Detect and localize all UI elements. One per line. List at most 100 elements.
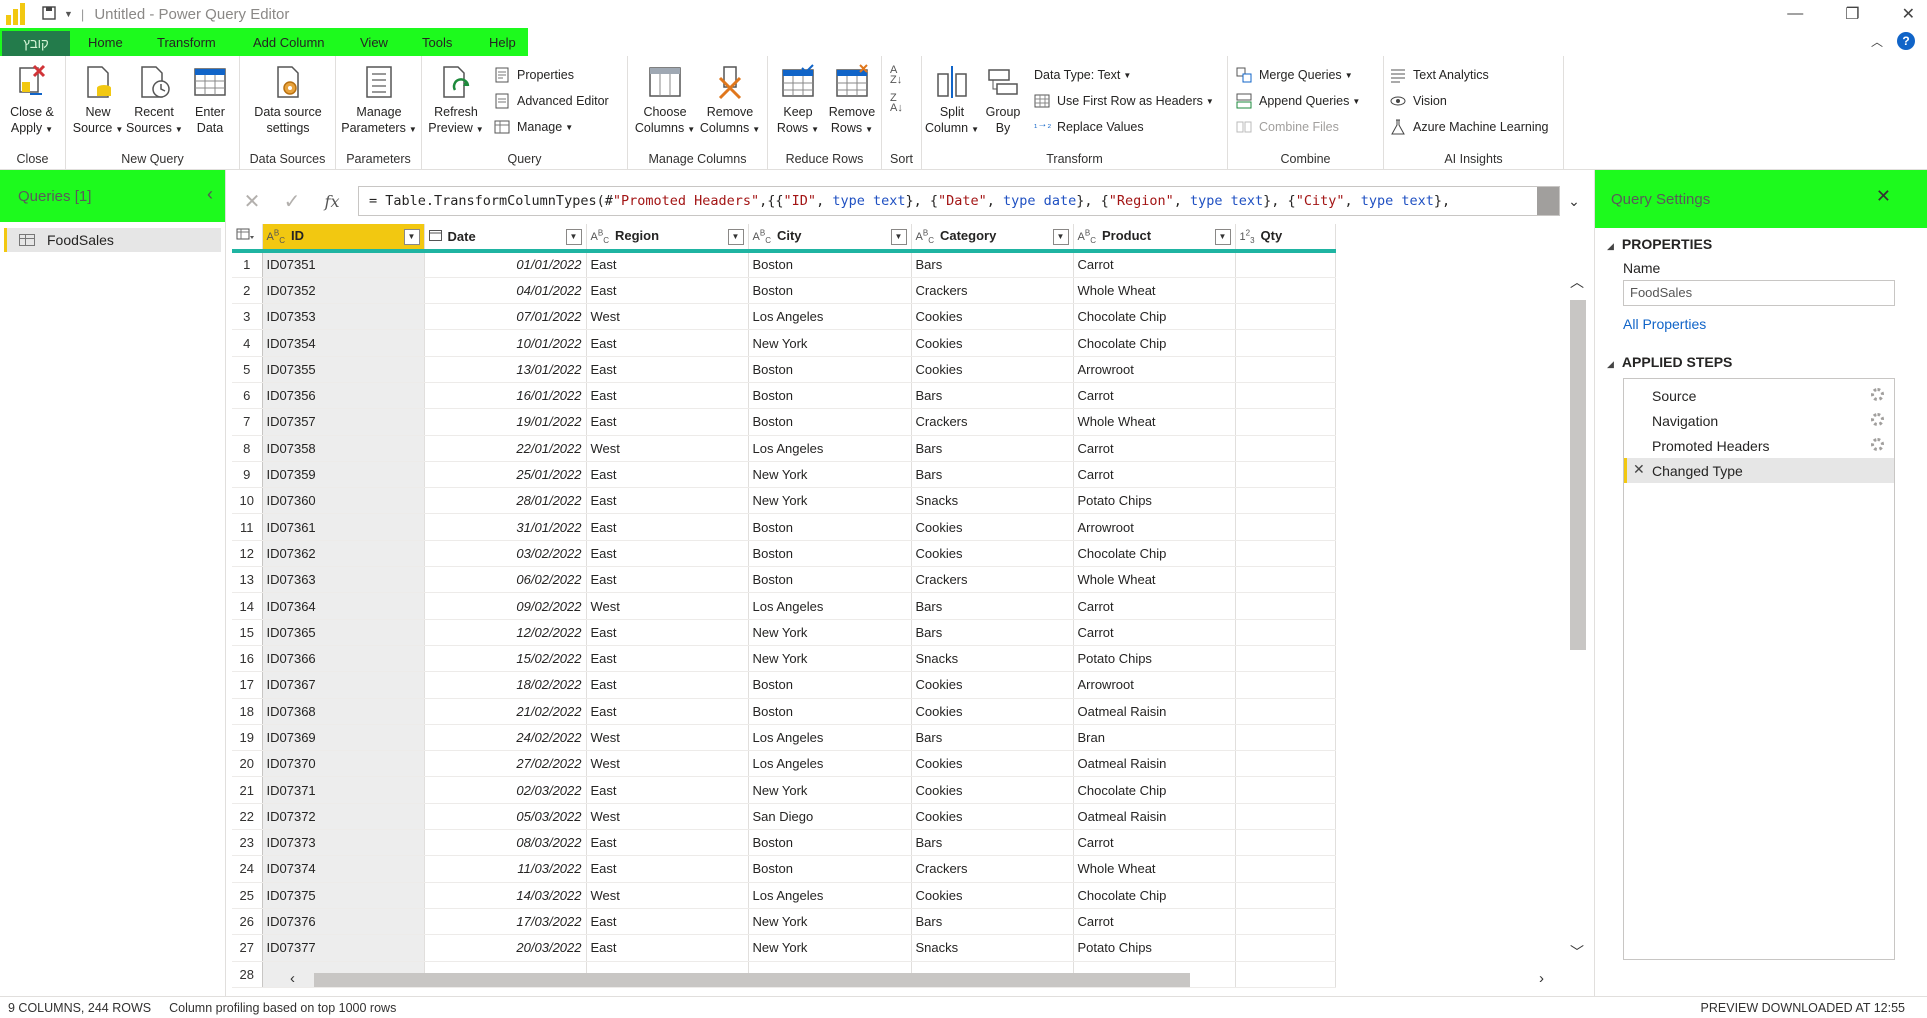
row-number[interactable]: 19 [232,724,263,752]
table-cell[interactable]: Cookies [911,356,1074,383]
table-cell[interactable]: East [586,619,749,646]
table-cell[interactable]: ID07370 [262,750,425,778]
table-row[interactable]: 14 ID07364 09/02/2022 West Los Angeles Bars Ca… [232,592,1336,620]
table-cell[interactable]: Arrowroot [1073,513,1236,541]
gear-icon[interactable] [1871,413,1884,426]
table-cell[interactable]: Potato Chips [1073,487,1236,515]
table-cell[interactable]: West [586,882,749,909]
keep-rows-button[interactable]: Keep Rows ▼ [770,64,826,138]
table-row[interactable]: 21 ID07371 02/03/2022 East New York Cookies Ch… [232,776,1336,804]
table-cell[interactable]: ID07369 [262,724,425,752]
table-cell[interactable]: West [586,803,749,831]
row-number[interactable]: 28 [232,961,263,988]
row-number[interactable]: 8 [232,435,263,462]
row-number[interactable]: 24 [232,855,263,883]
column-header-region[interactable]: ABC Region ▼ [586,224,749,253]
text-type-icon[interactable]: ABC [916,228,934,245]
table-cell[interactable]: New York [748,934,912,962]
table-cell[interactable]: Carrot [1073,908,1236,936]
table-cell[interactable]: Cookies [911,750,1074,778]
table-row[interactable]: 20 ID07370 27/02/2022 West Los Angeles Cookie… [232,750,1336,778]
table-cell[interactable]: Chocolate Chip [1073,776,1236,804]
table-cell[interactable]: East [586,408,749,436]
table-cell[interactable]: 22/01/2022 [424,435,587,462]
split-column-button[interactable]: Split Column ▼ [924,64,980,138]
cancel-formula-icon[interactable]: ✕ [232,189,272,214]
column-header-category[interactable]: ABC Category ▼ [911,224,1074,253]
table-cell[interactable]: Snacks [911,645,1074,673]
table-cell[interactable]: Cookies [911,698,1074,725]
recent-sources-button[interactable]: Recent Sources ▼ [126,64,183,138]
table-cell[interactable]: West [586,750,749,778]
table-cell[interactable] [1235,592,1336,620]
column-header-id[interactable]: ABC ID ▼ [262,224,425,253]
table-cell[interactable]: Whole Wheat [1073,408,1236,436]
table-cell[interactable]: Carrot [1073,251,1236,278]
table-cell[interactable] [1235,619,1336,646]
scroll-down-icon[interactable]: ﹀ [1570,942,1584,962]
fx-icon[interactable]: fx [312,192,352,211]
row-number[interactable]: 9 [232,461,263,489]
table-cell[interactable]: Bars [911,619,1074,646]
table-menu-icon[interactable] [232,224,263,253]
table-cell[interactable]: East [586,251,749,278]
table-cell[interactable]: San Diego [748,803,912,831]
table-cell[interactable] [1235,408,1336,436]
table-row[interactable]: 23 ID07373 08/03/2022 East Boston Bars Carrot [232,829,1336,857]
table-cell[interactable]: 11/03/2022 [424,855,587,883]
table-cell[interactable]: Los Angeles [748,882,912,909]
row-number[interactable]: 12 [232,540,263,568]
table-cell[interactable] [1235,750,1336,778]
table-cell[interactable] [1235,303,1336,331]
text-type-icon[interactable]: ABC [267,228,285,245]
table-cell[interactable]: West [586,724,749,752]
vertical-scroll-thumb[interactable] [1570,300,1586,650]
table-cell[interactable]: ID07363 [262,566,425,594]
column-header-city[interactable]: ABC City ▼ [748,224,912,253]
table-row[interactable]: 9 ID07359 25/01/2022 East New York Bars Carrot [232,461,1336,489]
table-cell[interactable] [1235,566,1336,594]
table-cell[interactable]: East [586,356,749,383]
table-cell[interactable]: 31/01/2022 [424,513,587,541]
table-cell[interactable]: ID07372 [262,803,425,831]
filter-dropdown-icon[interactable]: ▼ [565,229,582,245]
remove-rows-button[interactable]: Remove Rows ▼ [824,64,880,138]
text-type-icon[interactable]: ABC [1078,228,1096,245]
table-cell[interactable]: ID07365 [262,619,425,646]
table-cell[interactable]: Chocolate Chip [1073,540,1236,568]
table-cell[interactable]: Arrowroot [1073,356,1236,383]
table-cell[interactable]: Bars [911,461,1074,489]
table-cell[interactable]: Crackers [911,408,1074,436]
manage-button[interactable]: Manage ▼ [494,116,573,138]
table-cell[interactable]: West [586,303,749,331]
row-number[interactable]: 11 [232,513,263,541]
query-item-foodsales[interactable]: FoodSales [4,228,221,252]
table-cell[interactable]: 10/01/2022 [424,329,587,357]
row-number[interactable]: 4 [232,329,263,357]
table-cell[interactable]: Crackers [911,277,1074,305]
table-cell[interactable]: 07/01/2022 [424,303,587,331]
table-cell[interactable]: ID07375 [262,882,425,909]
table-row[interactable]: 25 ID07375 14/03/2022 West Los Angeles Cookie… [232,882,1336,909]
row-number[interactable]: 18 [232,698,263,725]
choose-columns-button[interactable]: Choose Columns ▼ [634,64,696,138]
row-number[interactable]: 17 [232,671,263,699]
append-queries-button[interactable]: Append Queries ▼ [1236,90,1360,112]
table-cell[interactable]: ID07377 [262,934,425,962]
combine-files-button[interactable]: Combine Files [1236,116,1339,138]
table-cell[interactable]: ID07355 [262,356,425,383]
table-cell[interactable]: West [586,435,749,462]
remove-columns-button[interactable]: Remove Columns ▼ [698,64,762,138]
expand-formula-icon[interactable]: ⌄ [1560,193,1588,210]
merge-queries-button[interactable]: Merge Queries ▼ [1236,64,1353,86]
table-cell[interactable]: West [586,592,749,620]
table-cell[interactable]: Cookies [911,329,1074,357]
table-cell[interactable]: 20/03/2022 [424,934,587,962]
table-cell[interactable]: ID07362 [262,540,425,568]
table-row[interactable]: 1 ID07351 01/01/2022 East Boston Bars Carrot [232,251,1336,278]
table-row[interactable]: 16 ID07366 15/02/2022 East New York Snacks Pot… [232,645,1336,673]
table-cell[interactable]: 12/02/2022 [424,619,587,646]
table-row[interactable]: 2 ID07352 04/01/2022 East Boston Crackers Whol… [232,277,1336,305]
table-row[interactable]: 12 ID07362 03/02/2022 East Boston Cookies Choc… [232,540,1336,568]
table-row[interactable]: 22 ID07372 05/03/2022 West San Diego Cookies O… [232,803,1336,831]
